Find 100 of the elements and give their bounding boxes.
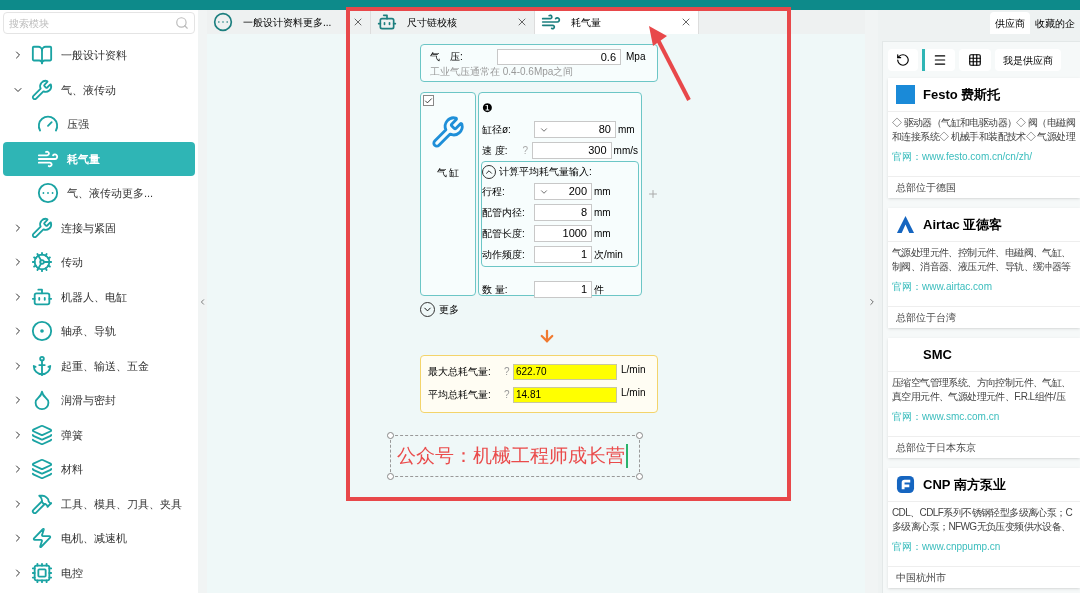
tree-item[interactable]: 电机、减速机 (3, 521, 195, 556)
checkbox[interactable] (423, 95, 434, 106)
tree-item-label: 传动 (61, 255, 83, 270)
more-link[interactable]: 更多 (439, 302, 459, 317)
tab[interactable]: 耗气量 (535, 10, 699, 34)
step-number: ❶ (482, 101, 493, 115)
supplier-description: 和连接系统◇ 机械手和装配技术◇ 气源处理 (892, 130, 1075, 144)
location-text: 总部位于台湾 (896, 311, 956, 325)
airflow-icon (541, 12, 561, 32)
unit-label: mm (594, 185, 611, 199)
grid-icon (968, 53, 982, 67)
number-field[interactable]: 80 (534, 121, 616, 138)
tree-item[interactable]: 气、液传动更多... (3, 176, 195, 211)
supplier-card[interactable]: Airtac 亚德客 气源处理元件、控制元件、电磁阀、气缸、 制阀、消音器、液压元件、导轨、缓冲器等 官网：www.airtac.com 总部位于台湾 (888, 208, 1080, 328)
result-field: 622.70 (513, 363, 617, 380)
refresh-button[interactable] (888, 49, 918, 71)
tree-item[interactable]: 气、液传动 (3, 72, 195, 107)
tab[interactable]: 供应商 (990, 12, 1030, 34)
text-box[interactable]: 公众号：机械工程师成长营 (390, 435, 640, 477)
help-mark: ? (504, 365, 511, 379)
supplier-description: 真空用元件、气源处理元件、F.R.L组件/压 (892, 390, 1065, 404)
number-field[interactable]: 8 (534, 204, 592, 221)
tree-item-label: 起重、输送、五金 (61, 358, 149, 374)
unit-label: L/min (621, 363, 646, 377)
tree-item[interactable]: 润滑与密封 (3, 383, 195, 418)
tree-item[interactable]: 起重、输送、五金 (3, 348, 195, 383)
tab[interactable]: 收藏的企 (1030, 12, 1080, 34)
field-label: 行程: (482, 185, 506, 199)
result-label: 最大总耗气量: (428, 365, 492, 379)
close-icon[interactable] (352, 16, 364, 28)
help-mark: ? (504, 388, 511, 402)
tree-item[interactable]: 电控 (3, 555, 195, 590)
search-icon[interactable] (175, 16, 189, 30)
supplier-name: CNP 南方泵业 (923, 475, 1006, 494)
number-field[interactable]: 1000 (534, 225, 592, 242)
tree-item[interactable]: 轴承、导轨 (3, 314, 195, 349)
add-icon[interactable] (647, 188, 659, 200)
unit-label: mm (594, 227, 611, 241)
supplier-card[interactable]: CNP 南方泵业 CDL、CDLF系列不锈钢轻型多级离心泵；C 多级离心泵；NFWG无负压变频供水设备、 官网：www.cnppump.cn 中国杭州市 (888, 468, 1080, 588)
grid-view-button[interactable] (959, 49, 991, 71)
unit-label: 件 (594, 283, 604, 297)
field-label: 速 度: (482, 144, 509, 158)
location-text: 总部位于日本东京 (896, 441, 976, 455)
unit-label: mm (594, 206, 611, 220)
close-icon[interactable] (516, 16, 528, 28)
tree-item-label: 工具、模具、刀具、夹具 (61, 496, 182, 512)
field-label: 缸径ø: (482, 123, 512, 137)
tree-item-label: 电机、减速机 (61, 531, 127, 546)
supplier-card[interactable]: SMC 压缩空气管理系统、方向控制元件、气缸、 真空用元件、气源处理元件、F.R.L组件/压 官网：www.smc.com.cn 总部位于日本东京 (888, 338, 1080, 458)
result-field: 14.81 (513, 386, 617, 403)
location-text: 总部位于德国 (896, 181, 956, 195)
tree-item-label: 一般设计资料 (61, 48, 127, 63)
supplier-description: 制阀、消音器、液压元件、导轨、缓冲器等 (892, 260, 1071, 274)
more-icon (37, 182, 59, 205)
book-icon (31, 44, 53, 67)
logo-icon (896, 85, 915, 104)
tree-item[interactable]: 机器人、电缸 (3, 279, 195, 314)
unit-label: L/min (621, 386, 646, 400)
supplier-description: 多级离心泵；NFWG无负压变频供水设备、 (892, 520, 1071, 534)
supplier-name: Airtac 亚德客 (923, 215, 1003, 234)
tree-item-label: 轴承、导轨 (61, 324, 116, 339)
tree-item[interactable]: 连接与紧固 (3, 210, 195, 245)
supplier-description: 气源处理元件、控制元件、电磁阀、气缸、 (892, 246, 1071, 260)
supplier-description: CDL、CDLF系列不锈钢轻型多级离心泵；C (892, 506, 1073, 520)
supplier-description: 压缩空气管理系统、方向控制元件、气缸、 (892, 376, 1071, 390)
list-view-button[interactable] (925, 49, 955, 71)
cylinder-label: 气 缸 (436, 166, 460, 180)
field-label: 气 压: (430, 50, 464, 64)
supplier-name: SMC (923, 345, 952, 364)
tree-item-label: 气、液传动更多... (67, 186, 154, 201)
number-field[interactable]: 0.6 (497, 48, 621, 65)
number-field[interactable]: 1 (534, 281, 592, 298)
tool-icon (31, 492, 53, 515)
field-label: 配管内径: (482, 206, 526, 220)
unit-label: mm (618, 123, 635, 137)
tree-item-label: 压强 (67, 117, 89, 132)
collapse-left-icon[interactable] (198, 296, 207, 307)
gear-icon (31, 251, 53, 274)
supplier-card[interactable]: Festo 费斯托 ◇ 驱动器（气缸和电驱动器）◇ 阀（电磁阀 和连接系统◇ 机械手和装配技术◇ 气源处理 官网：www.festo.com.cn/cn/zh/ 总部位于德国 (888, 78, 1080, 198)
hint-text: 工业气压通常在 0.4-0.6Mpa之间 (430, 65, 575, 79)
close-icon[interactable] (680, 16, 692, 28)
logo-icon (896, 215, 915, 234)
section-title: 计算平均耗气量输入: (499, 165, 592, 179)
tree-item[interactable]: 压强 (3, 107, 195, 142)
unit-label: 次/min (594, 248, 623, 262)
tree-item[interactable]: 传动 (3, 245, 195, 280)
tree-item-label: 耗气量 (67, 151, 100, 167)
field-label: 动作频度: (482, 248, 526, 262)
tree-item[interactable]: 弹簧 (3, 417, 195, 452)
tree-item[interactable]: 一般设计资料 (3, 38, 195, 73)
number-field[interactable]: 1 (534, 246, 592, 263)
number-field[interactable]: 200 (534, 183, 592, 200)
tree-item[interactable]: 工具、模具、刀具、夹具 (3, 486, 195, 521)
supplier-description: ◇ 驱动器（气缸和电驱动器）◇ 阀（电磁阀 (892, 116, 1075, 130)
tree-item[interactable]: 材料 (3, 452, 195, 487)
tree-item-label: 润滑与密封 (61, 393, 116, 408)
supplier-button[interactable]: 我是供应商 (995, 49, 1061, 71)
check-icon (424, 95, 433, 106)
number-field[interactable]: 300 (532, 142, 612, 159)
field-label: 数 量: (482, 283, 509, 297)
